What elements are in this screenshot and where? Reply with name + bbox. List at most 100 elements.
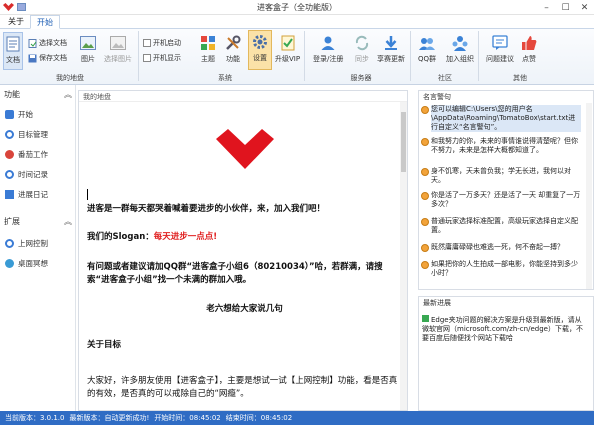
doc-button[interactable]: 文档 xyxy=(3,32,23,70)
like-button[interactable]: 点赞 xyxy=(520,34,538,64)
group-label-my-space: 我的地盘 xyxy=(56,74,84,82)
quotes-scrollbar[interactable] xyxy=(586,103,592,289)
tomato-icon xyxy=(5,150,14,159)
quote-item[interactable]: 您可以编辑C:\Users\您的用户名\AppData\Roaming\Toma… xyxy=(421,105,581,132)
tab-about[interactable]: 关于 xyxy=(2,15,30,29)
nav-item-progress-diary[interactable]: 进展日记 xyxy=(5,189,48,200)
group-label-other: 其他 xyxy=(513,74,527,82)
user-icon xyxy=(319,34,337,52)
save-icon xyxy=(28,54,37,62)
start-icon xyxy=(5,110,14,119)
news-header: 最新进展 xyxy=(423,299,451,307)
settings-gear-icon xyxy=(251,33,269,51)
subtitle: 老六想给大家说几句 xyxy=(206,304,283,314)
group-label-server: 服务器 xyxy=(350,74,372,82)
ribbon-tabs: 关于 开始 xyxy=(0,15,594,29)
slogan-line: 我们的Slogan：每天进步一点点! xyxy=(87,232,218,242)
select-doc-icon xyxy=(28,38,37,48)
select-image-button[interactable]: 选择图片 xyxy=(104,34,132,64)
boot-show-checkbox[interactable]: 开机显示 xyxy=(143,53,181,63)
meditation-icon xyxy=(5,259,14,268)
select-image-icon xyxy=(109,34,127,52)
nav-item-time-log[interactable]: 时间记录 xyxy=(5,169,48,180)
nav-section-extensions[interactable]: 扩展 ︽ xyxy=(4,216,72,227)
qq-group-button[interactable]: QQ群 xyxy=(418,34,436,64)
qq-group-text: 有问题或者建议请加QQ群“进客盒子小组6（80210034）”哈，若群满，请搜索… xyxy=(87,262,383,285)
intro-line: 进客是一群每天都哭着喊着要进步的小伙伴，来，加入我们吧！ xyxy=(87,204,326,214)
intro-paragraph: 大家好，许多朋友使用【进客盒子】，主要是想试一试【上网控制】功能，看是否真的有效… xyxy=(87,376,398,399)
app-window: 进客盒子（全功能版） – ☐ ✕ 关于 开始 文档 选择文档 保存文档 图片 选… xyxy=(0,0,594,425)
tab-start[interactable]: 开始 xyxy=(30,15,60,29)
theme-icon xyxy=(199,34,217,52)
quote-item[interactable]: 普通玩家选择标准配置，高级玩家选择自定义配置。 xyxy=(421,217,581,235)
image-icon xyxy=(79,34,97,52)
settings-button[interactable]: 设置 xyxy=(248,30,272,70)
group-separator xyxy=(138,31,139,81)
upgrade-vip-button[interactable]: 升级VIP xyxy=(275,34,300,64)
quote-item[interactable]: 如果把你的人生拍成一部电影，你能坚持到多少小时？ xyxy=(421,260,581,278)
news-item[interactable]: Edge夹功问题的解决方案是升级到最新版，请从微软官网（microsoft.co… xyxy=(422,315,587,343)
goal-title: 关于目标 xyxy=(87,340,122,350)
tools-icon xyxy=(224,34,242,52)
join-org-button[interactable]: 加入组织 xyxy=(446,34,474,64)
left-nav: 功能 ︽ 开始 目标管理 番茄工作 时间记录 进展日记 扩展 ︽ 上网控制 桌面… xyxy=(0,85,76,411)
window-title: 进客盒子（全功能版） xyxy=(257,3,337,12)
nav-item-web-control[interactable]: 上网控制 xyxy=(5,238,48,249)
news-section: 最新进展 Edge夹功问题的解决方案是升级到最新版，请从微软官网（microso… xyxy=(418,296,594,411)
autostart-check-icon xyxy=(143,39,151,47)
maximize-button[interactable]: ☐ xyxy=(556,0,575,15)
ribbon: 文档 选择文档 保存文档 图片 选择图片 我的地盘 开机启动 开机显示 主题 功… xyxy=(0,29,594,85)
quote-bullet-icon xyxy=(421,218,429,226)
goal-management-icon xyxy=(5,130,14,139)
quote-bullet-icon xyxy=(421,261,429,269)
quote-item[interactable]: 你是活了一万多天？还是活了一天 却重复了一万多次？ xyxy=(421,191,581,209)
quote-item[interactable]: 身不饥寒，天未曾负我；学无长进，我何以对天。 xyxy=(421,167,581,185)
quote-item[interactable]: 和我努力的你，未来的事情谁说得清楚呢？但你不努力，未来是怎样大概都知道了。 xyxy=(421,137,581,155)
main-panel: 我的地盘 进客是一群每天都哭着喊着要进步的小伙伴，来，加入我们吧！ 我们的Slo… xyxy=(78,90,408,411)
minimize-button[interactable]: – xyxy=(537,0,556,15)
quote-bullet-icon xyxy=(421,244,429,252)
collapse-chevron-icon[interactable]: ︽ xyxy=(64,216,72,227)
sync-button[interactable]: 同步 xyxy=(353,34,371,64)
group-separator xyxy=(304,31,305,81)
status-version: 当前版本：3.0.1.0 xyxy=(5,414,65,422)
download-icon xyxy=(382,34,400,52)
nav-section-functions[interactable]: 功能 ︽ xyxy=(4,89,72,100)
save-doc-button[interactable]: 保存文档 xyxy=(28,53,67,63)
group-separator xyxy=(410,31,411,81)
nav-item-pomodoro[interactable]: 番茄工作 xyxy=(5,149,48,160)
group-label-system: 系统 xyxy=(218,74,232,82)
status-start-time: 开始时间：08:45:02 xyxy=(154,414,221,422)
quotes-header: 名言警句 xyxy=(423,93,451,101)
function-button[interactable]: 功能 xyxy=(224,34,242,64)
collapse-chevron-icon[interactable]: ︽ xyxy=(64,89,72,100)
nav-item-desktop-meditation[interactable]: 桌面冥想 xyxy=(5,258,48,269)
quote-item[interactable]: 既然庸庸碌碌也难逃一死，何不奋起一搏？ xyxy=(421,243,581,252)
app-logo-icon xyxy=(216,129,274,169)
login-register-button[interactable]: 登录/注册 xyxy=(313,34,343,64)
panel-header: 我的地盘 xyxy=(79,91,407,102)
select-doc-button[interactable]: 选择文档 xyxy=(28,38,67,48)
news-flag-icon xyxy=(422,315,429,322)
close-button[interactable]: ✕ xyxy=(575,0,594,15)
nav-item-goals[interactable]: 目标管理 xyxy=(5,129,48,140)
feedback-button[interactable]: 问题建议 xyxy=(486,34,514,64)
autostart-checkbox[interactable]: 开机启动 xyxy=(143,38,181,48)
group-separator xyxy=(478,31,479,81)
globe-icon xyxy=(5,239,14,248)
share-update-button[interactable]: 享赛更新 xyxy=(377,34,405,64)
main-scrollbar[interactable] xyxy=(400,102,407,410)
quote-bullet-icon xyxy=(421,192,429,200)
qq-group-icon xyxy=(418,34,436,52)
status-update: 最新版本：自动更新成功! xyxy=(69,414,150,422)
sync-icon xyxy=(353,34,371,52)
theme-button[interactable]: 主题 xyxy=(199,34,217,64)
clock-icon xyxy=(5,170,14,179)
diary-icon xyxy=(5,190,14,199)
scrollbar-thumb[interactable] xyxy=(401,112,406,172)
nav-item-start[interactable]: 开始 xyxy=(5,109,33,120)
quote-bullet-icon xyxy=(421,168,429,176)
status-bar: 当前版本：3.0.1.0 最新版本：自动更新成功! 开始时间：08:45:02 … xyxy=(0,411,594,425)
image-button[interactable]: 图片 xyxy=(79,34,97,64)
organization-icon xyxy=(451,34,469,52)
